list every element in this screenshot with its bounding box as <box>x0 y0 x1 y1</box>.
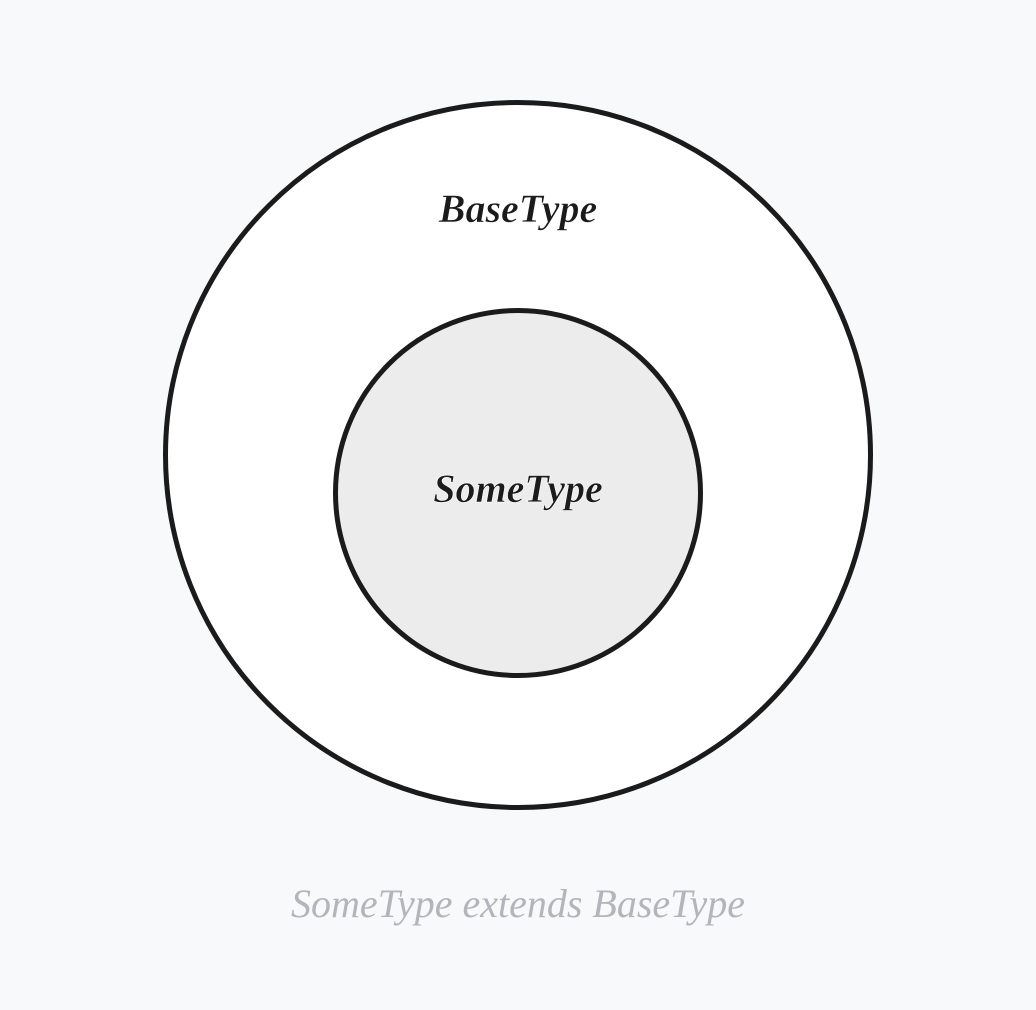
outer-circle-label: BaseType <box>439 185 597 232</box>
diagram-caption: SomeType extends BaseType <box>291 880 745 927</box>
diagram-container: BaseType SomeType SomeType extends BaseT… <box>0 0 1036 1010</box>
inner-circle-label: SomeType <box>433 465 603 512</box>
